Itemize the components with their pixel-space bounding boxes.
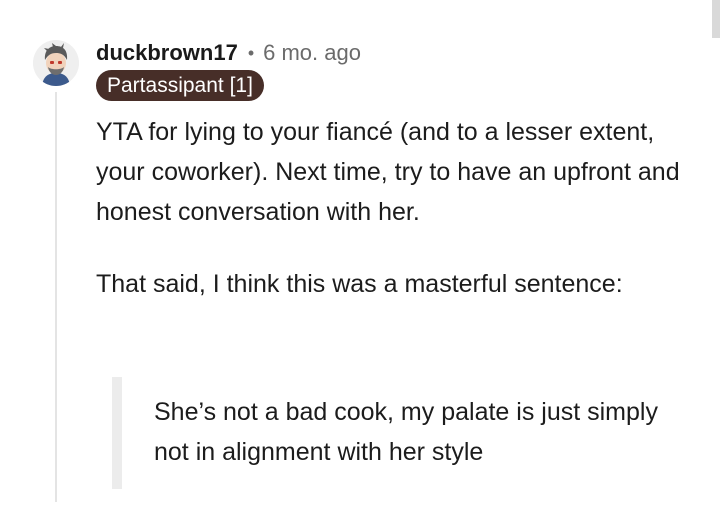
blockquote-text: She’s not a bad cook, my palate is just … [154,398,658,466]
comment-header: duckbrown17 • 6 mo. ago [96,38,361,68]
blockquote-bar [112,377,122,489]
username-link[interactable]: duckbrown17 [96,40,238,66]
comment-paragraph: That said, I think this was a masterful … [96,270,623,298]
separator-dot: • [247,42,255,63]
thread-line[interactable] [55,92,57,502]
avatar[interactable] [33,40,79,86]
user-avatar-icon [33,40,79,86]
timestamp[interactable]: 6 mo. ago [263,40,361,66]
user-flair-badge: Partassipant [1] [96,70,264,101]
comment-paragraph: YTA for lying to your fiancé (and to a l… [96,118,680,226]
scrollbar-thumb[interactable] [712,0,720,38]
